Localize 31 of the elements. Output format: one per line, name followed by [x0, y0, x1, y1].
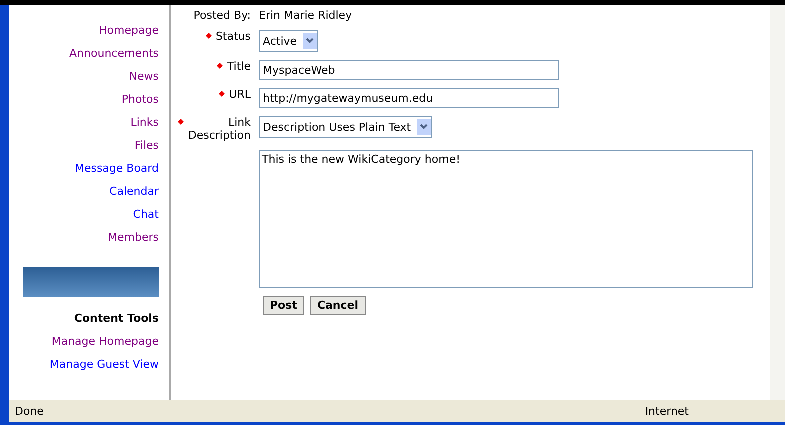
cancel-button[interactable]: Cancel	[310, 296, 366, 315]
sidebar-link[interactable]: Manage Homepage	[52, 330, 159, 353]
author-name: Erin Marie Ridley	[259, 9, 352, 22]
text-field[interactable]: http://mygatewaymuseum.edu	[259, 88, 559, 108]
caret-icon	[417, 119, 432, 135]
field-label: URL	[229, 88, 251, 101]
caret-icon	[303, 33, 318, 49]
zone-text: Internet	[645, 404, 689, 418]
scrollbar[interactable]	[770, 5, 785, 400]
sidebar-link[interactable]: Homepage	[99, 19, 159, 42]
sidebar-link[interactable]: Calendar	[110, 180, 159, 203]
sidebar-link[interactable]: News	[129, 65, 159, 88]
field-label: Status	[216, 30, 251, 43]
status-text: Done	[15, 404, 44, 418]
sidebar-link[interactable]: Message Board	[74, 157, 159, 180]
sidebar-link[interactable]: Manage Guest View	[50, 353, 159, 376]
sidebar-link[interactable]: Links	[130, 111, 159, 134]
sidebar-link[interactable]: Files	[134, 134, 159, 157]
field-label: Link Description	[188, 116, 251, 142]
select-field[interactable]: Description Uses Plain Text	[259, 116, 432, 138]
sidebar-link[interactable]: Chat	[133, 203, 159, 226]
field-label: Title	[227, 60, 251, 73]
text-field[interactable]: MyspaceWeb	[259, 60, 559, 80]
sidebar-link[interactable]: Photos	[122, 88, 159, 111]
post-button[interactable]: Post	[263, 296, 304, 315]
sidebar-link[interactable]: Announcements	[70, 42, 159, 65]
section-title: Content Tools	[74, 311, 159, 327]
select-field[interactable]: Active	[259, 30, 318, 52]
sidebar-link[interactable]: Members	[108, 226, 159, 249]
field-label: Posted By:	[194, 9, 251, 22]
description-field[interactable]: This is the new WikiCategory home!	[259, 150, 753, 288]
